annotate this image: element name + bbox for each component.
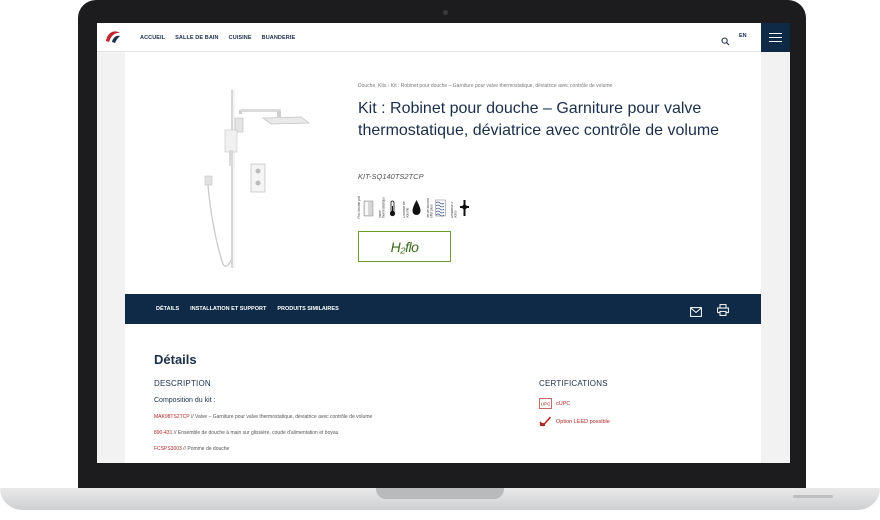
kit-composition-heading: Composition du kit : <box>154 397 216 404</box>
product-image[interactable] <box>185 82 335 272</box>
certification-leed[interactable]: Option LEED possible <box>539 416 610 427</box>
certifications-heading: CERTIFICATIONS <box>539 379 608 388</box>
product-sku: KIT-SQ140TS2TCP <box>358 172 424 181</box>
component-link[interactable]: 890-431 <box>154 430 172 436</box>
feature-volume-control: Contrôle de volume <box>403 193 422 218</box>
feature-chrome-finish: Fini chrome poli <box>358 193 374 218</box>
product-title: Kit : Robinet pour douche – Garniture po… <box>358 100 720 139</box>
component-item: 890-431 // Ensemble de douche à main sur… <box>154 430 338 436</box>
laptop-notch <box>376 488 504 499</box>
main-menu: ACCUEIL SALLE DE BAIN CUISINE BUANDERIE <box>140 23 295 52</box>
feature-label: Fini chrome poli <box>358 195 361 219</box>
nav-cuisine[interactable]: CUISINE <box>229 35 252 41</box>
component-link[interactable]: MAK98TS2TCP <box>154 414 189 420</box>
hamburger-menu-icon[interactable] <box>761 23 790 52</box>
tab-installation-support[interactable]: INSTALLATION ET SUPPORT <box>190 306 266 312</box>
feature-thermostat: Valve thermostatique <box>379 193 398 218</box>
feature-label: Valve thermostatique <box>378 196 386 218</box>
cupc-icon: UPC <box>539 398 552 409</box>
certification-cupc[interactable]: UPC cUPC <box>539 398 570 409</box>
volume-control-icon <box>412 200 420 215</box>
laptop-foot <box>793 495 833 498</box>
nav-salle-de-bain[interactable]: SALLE DE BAIN <box>175 35 218 41</box>
component-description: // Pomme de douche <box>181 446 230 452</box>
feature-label: Jet de douche effet pluie <box>426 197 434 218</box>
tab-details[interactable]: DÉTAILS <box>156 306 179 312</box>
brand-logo-icon[interactable] <box>103 27 123 47</box>
nav-accueil[interactable]: ACCUEIL <box>140 35 165 41</box>
tab-similar-products[interactable]: PRODUITS SIMILAIRES <box>277 306 338 312</box>
language-switch[interactable]: EN <box>739 33 747 39</box>
camera <box>443 10 448 15</box>
hflo-badge[interactable]: H₂flo <box>358 231 451 262</box>
breadcrumb[interactable]: Douche, Kits › Kit : Robinet pour douche… <box>358 83 612 89</box>
description-heading: DESCRIPTION <box>154 379 211 388</box>
component-description: // Ensemble de douche à main sur glissiè… <box>172 430 339 436</box>
component-description: // Valve – Garniture pour valve thermost… <box>189 414 373 420</box>
print-icon[interactable] <box>717 303 729 316</box>
chrome-finish-icon <box>363 200 373 217</box>
feature-rain-spray: Jet de douche effet pluie <box>427 193 446 218</box>
component-item: FCSPS3003 // Pomme de douche <box>154 446 229 452</box>
rain-spray-icon <box>434 199 446 217</box>
hflo-logo-text: H₂flo <box>390 238 419 255</box>
top-navigation: ACCUEIL SALLE DE BAIN CUISINE BUANDERIE … <box>97 23 790 52</box>
nav-buanderie[interactable]: BUANDERIE <box>262 35 296 41</box>
thermostat-icon <box>389 200 395 217</box>
leed-icon <box>539 416 552 427</box>
feature-diverter: Déviateur 2 voies <box>451 193 470 218</box>
diverter-icon <box>459 200 469 216</box>
feature-label: Déviateur 2 voies <box>450 201 458 218</box>
feature-label: Contrôle de volume <box>402 201 410 218</box>
main-content: Douche, Kits › Kit : Robinet pour douche… <box>125 52 761 463</box>
component-item: MAK98TS2TCP // Valve – Garniture pour va… <box>154 414 372 420</box>
mail-icon[interactable] <box>690 304 702 317</box>
certification-label: Option LEED possible <box>556 418 610 425</box>
tab-bar: DÉTAILS INSTALLATION ET SUPPORT PRODUITS… <box>125 294 761 324</box>
feature-icons: Fini chrome poli Valve thermostatique Co… <box>358 193 470 218</box>
details-heading: Détails <box>154 352 197 367</box>
component-link[interactable]: FCSPS3003 <box>154 446 182 452</box>
screen: ACCUEIL SALLE DE BAIN CUISINE BUANDERIE … <box>97 23 790 463</box>
search-icon[interactable] <box>721 33 730 46</box>
tabs: DÉTAILS INSTALLATION ET SUPPORT PRODUITS… <box>156 294 339 324</box>
svg-text:UPC: UPC <box>541 402 551 407</box>
certification-label: cUPC <box>556 400 571 407</box>
